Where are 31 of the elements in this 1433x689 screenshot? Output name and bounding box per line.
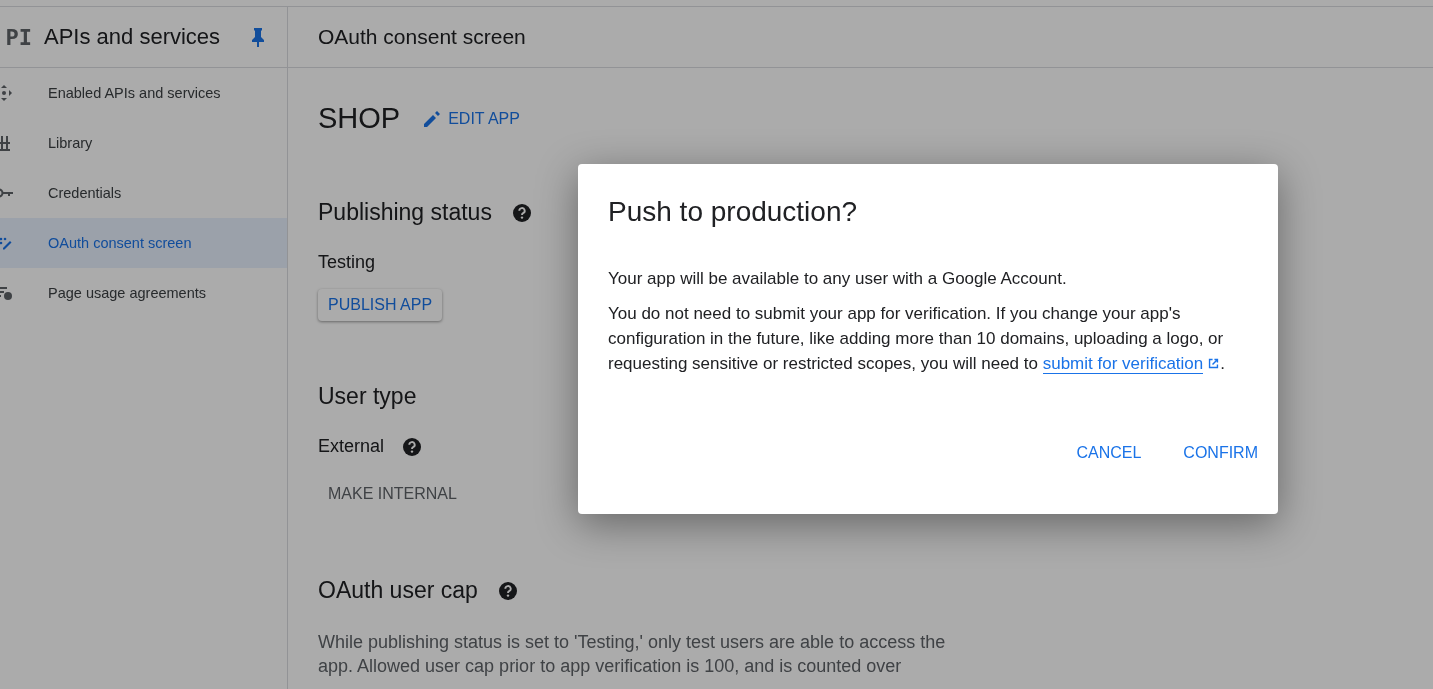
section-heading: User type: [318, 383, 417, 410]
section-heading: Publishing status: [318, 199, 492, 226]
diamond-dots-icon: [0, 83, 14, 103]
external-link-icon[interactable]: [1207, 357, 1221, 370]
nav-item[interactable]: Library: [0, 118, 287, 168]
help-icon[interactable]: [497, 580, 518, 601]
app-name: SHOP: [318, 102, 401, 135]
make-internal-button[interactable]: MAKE INTERNAL: [318, 479, 467, 509]
edit-app-button[interactable]: EDIT APP: [422, 104, 520, 133]
page-title: OAuth consent screen: [318, 25, 526, 49]
help-icon[interactable]: [402, 436, 423, 457]
nav-item[interactable]: Credentials: [0, 168, 287, 218]
dialog-title: Push to production?: [608, 196, 859, 228]
api-logo: PI: [4, 24, 33, 50]
publish-app-button[interactable]: PUBLISH APP: [318, 289, 443, 321]
nav-item[interactable]: OAuth consent screen: [0, 218, 287, 268]
submit-for-verification-link[interactable]: submit for verification: [1042, 354, 1204, 374]
status-value: Testing: [318, 252, 376, 273]
section-heading: OAuth user cap: [318, 577, 478, 604]
user-type-value: External: [318, 436, 385, 457]
help-icon[interactable]: [511, 202, 532, 223]
user-cap-description: While publishing status is set to 'Testing,' only test users are able to access the app. Allowed user cap prior to app verification is 100, and is counted over: [318, 631, 947, 678]
dialog-button[interactable]: CANCEL: [1064, 436, 1154, 470]
dialog-button[interactable]: CONFIRM: [1171, 436, 1270, 470]
section-title: APIs and services: [44, 24, 222, 50]
nav-item[interactable]: Page usage agreements: [0, 268, 287, 318]
nav-item[interactable]: Enabled APIs and services: [0, 68, 287, 118]
dialog-text: You do not need to submit your app for verification. If you change your app's configuration in the future, like adding more than 10 domains, uploading a logo, or requesting sensitive or restricted scopes, you will need to submit for verification .: [608, 303, 1227, 376]
pin-icon[interactable]: [251, 27, 265, 47]
pencil-icon: [422, 108, 443, 129]
dialog-text: Your app will be available to any user with a Google Account.: [608, 268, 1068, 290]
